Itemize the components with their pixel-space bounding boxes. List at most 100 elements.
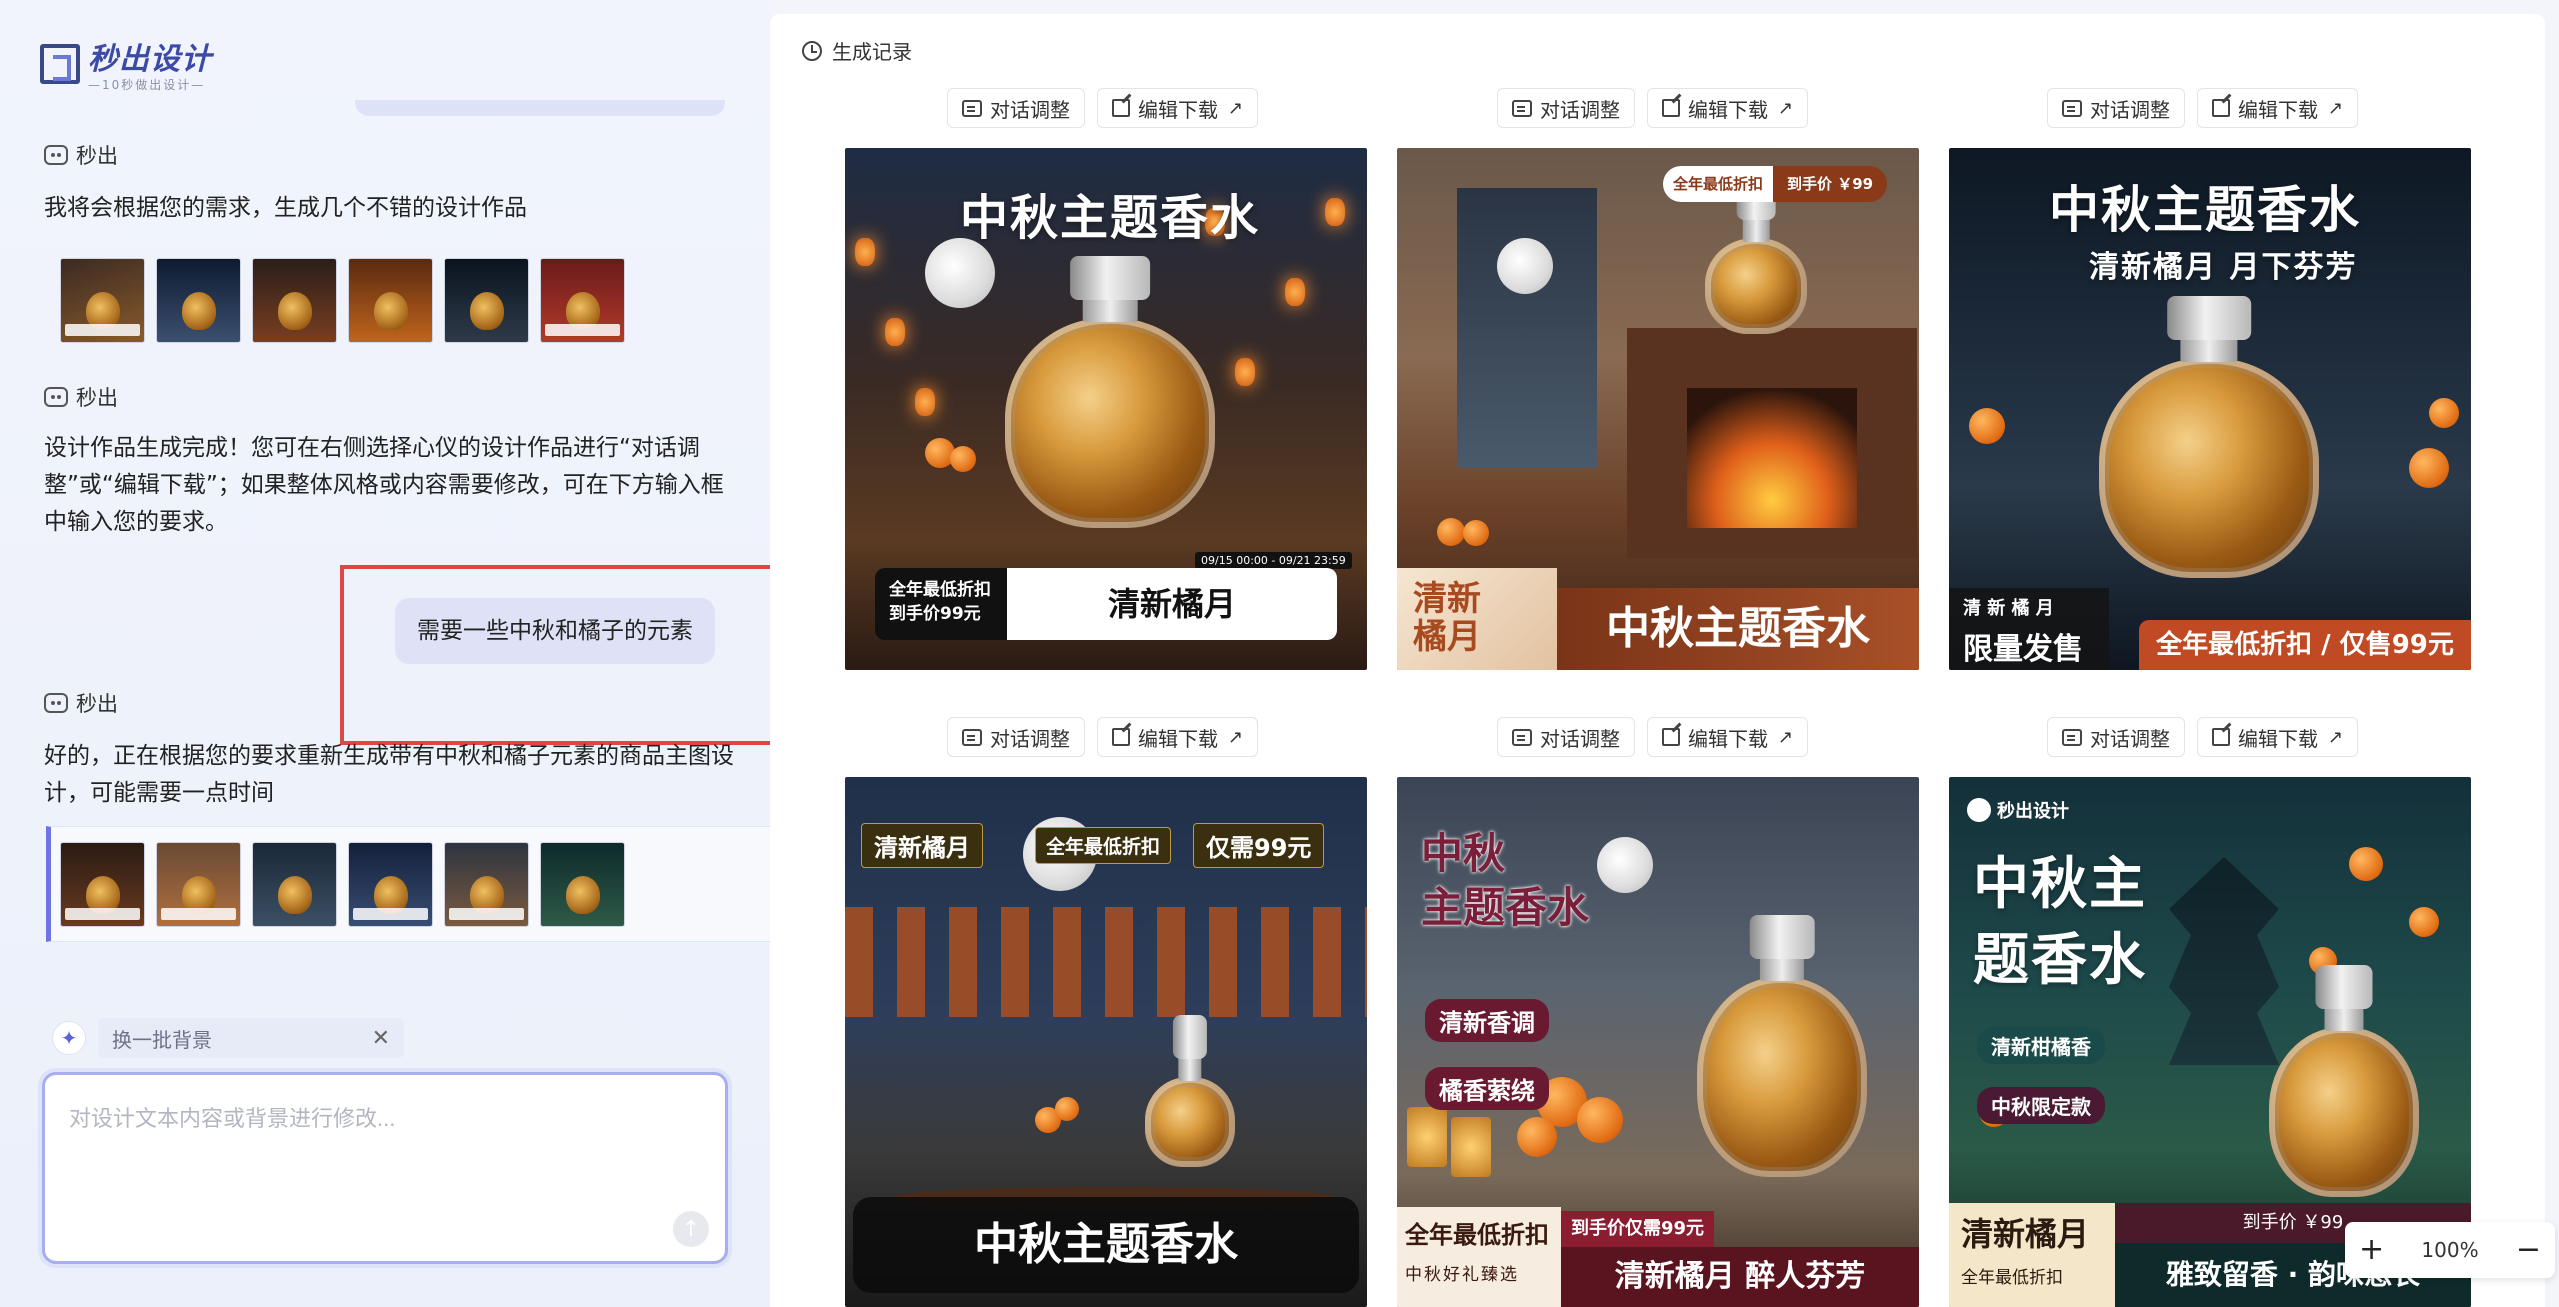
poster-date: 09/15 00:00 - 09/21 23:59 [1195,552,1352,569]
thumbnail[interactable] [348,842,433,927]
logo-name: 秒出设计 [88,42,212,77]
chat-panel: 秒出设计 —10秒做出设计— 秒出 我将会根据您的需求，生成几个不错的设计作品 … [0,0,792,1307]
button-label: 编辑下载 [2238,726,2318,751]
clock-icon [802,40,822,61]
chat-adjust-button[interactable]: 对话调整 [1497,88,1635,128]
poster-card[interactable]: 清新橘月 全年最低折扣 仅需99元 中秋主题香水 [845,777,1367,1307]
poster-corner: 清新橘月 [1961,1215,2090,1253]
card-actions: 对话调整 编辑下载 ↗ [2047,717,2359,757]
bot-name: 秒出 [76,386,118,410]
button-label: 对话调整 [2090,726,2170,751]
previous-message-tail [355,100,725,116]
external-link-icon: ↗ [1778,97,1794,119]
button-label: 编辑下载 [1138,97,1218,122]
change-background-chip[interactable]: 换一批背景 ✕ [98,1018,404,1058]
thumbnail[interactable] [252,258,337,343]
thumbnail[interactable] [444,258,529,343]
card-actions: 对话调整 编辑下载 ↗ [947,717,1259,757]
button-label: 对话调整 [990,97,1070,122]
card-actions: 对话调整 编辑下载 ↗ [2047,88,2359,128]
bot-header: 秒出 [44,140,118,170]
poster-title: 中秋主题香水 [2049,181,2361,239]
edit-icon [1662,728,1680,746]
thumbnail[interactable] [60,258,145,343]
bot-header: 秒出 [44,688,118,718]
poster-card[interactable]: 中秋 主题香水 清新香调 橘香萦绕 全年最低折扣 中秋好礼臻选 到手价仅需99元… [1397,777,1919,1307]
chat-adjust-button[interactable]: 对话调整 [947,717,1085,757]
poster-subtitle: 清新橘月 月下芬芳 [2089,250,2358,285]
chat-adjust-button[interactable]: 对话调整 [2047,88,2185,128]
chat-adjust-icon [962,99,982,117]
thumbnail[interactable] [252,842,337,927]
bot-name: 秒出 [76,144,118,168]
app-logo[interactable]: 秒出设计 —10秒做出设计— [40,34,212,93]
thumbnail[interactable] [444,842,529,927]
button-label: 编辑下载 [1138,726,1218,751]
external-link-icon: ↗ [1228,726,1244,748]
poster-tag: 清新香调 [1425,999,1549,1042]
chat-adjust-button[interactable]: 对话调整 [2047,717,2185,757]
result-thumbnails [60,258,625,343]
chat-adjust-icon [1512,99,1532,117]
poster-tag: 橘香萦绕 [1425,1067,1549,1110]
brand-logo-icon [1967,798,1991,822]
zoom-out-button[interactable]: − [2516,1235,2541,1265]
thumbnail[interactable] [348,258,433,343]
edit-download-button[interactable]: 编辑下载 ↗ [2197,88,2359,128]
bot-message: 好的，正在根据您的要求重新生成带有中秋和橘子元素的商品主图设计，可能需要一点时间 [44,743,734,806]
prompt-input-box: ↑ [42,1072,728,1264]
chat-adjust-button[interactable]: 对话调整 [947,88,1085,128]
poster-card[interactable]: 全年最低折扣 到手价 ￥99 清新 橘月 中秋主题香水 [1397,148,1919,670]
bot-name: 秒出 [76,692,118,716]
edit-download-button[interactable]: 编辑下载 ↗ [1647,717,1809,757]
button-label: 对话调整 [990,726,1070,751]
close-icon[interactable]: ✕ [372,1026,390,1051]
poster-tag: 清新柑橘香 [1977,1027,2105,1064]
zoom-level: 100% [2421,1238,2479,1262]
logo-subtitle: —10秒做出设计— [88,78,206,92]
sparkle-icon[interactable]: ✦ [52,1021,86,1055]
edit-icon [1112,728,1130,746]
send-button[interactable]: ↑ [673,1211,709,1247]
poster-promo: 全年最低折扣 [1405,1221,1549,1249]
poster-title: 中秋主 题香水 [1973,852,2147,993]
edit-download-button[interactable]: 编辑下载 ↗ [2197,717,2359,757]
thumbnail[interactable] [540,842,625,927]
robot-icon [44,387,68,407]
poster-card[interactable]: 中秋主题香水 清新橘月 月下芬芳 清 新 橘 月 限量发售 全年最低折扣 / 仅… [1949,148,2471,670]
robot-icon [44,145,68,165]
button-label: 编辑下载 [2238,97,2318,122]
button-label: 编辑下载 [1688,726,1768,751]
result-thumbnails [60,842,625,927]
poster-tag: 清新橘月 [861,823,983,868]
thumbnail[interactable] [540,258,625,343]
edit-download-button[interactable]: 编辑下载 ↗ [1097,88,1259,128]
poster-tag: 仅需99元 [1193,823,1325,868]
edit-download-button[interactable]: 编辑下载 ↗ [1097,717,1259,757]
card-actions: 对话调整 编辑下载 ↗ [1497,88,1809,128]
prompt-input[interactable] [45,1075,725,1261]
edit-download-button[interactable]: 编辑下载 ↗ [1647,88,1809,128]
poster-badge: 全年最低折扣 到手价99元 [875,568,1007,640]
gallery-title: 生成记录 [832,40,912,64]
poster-tag: 全年最低折扣 [1035,827,1172,864]
chat-adjust-icon [2062,728,2082,746]
thumbnail[interactable] [156,842,241,927]
suggestion-row: ✦ 换一批背景 ✕ [52,1018,404,1058]
external-link-icon: ↗ [2328,97,2344,119]
poster-corner: 清新 橘月 [1397,568,1557,670]
edit-icon [1662,99,1680,117]
thumbnail[interactable] [156,258,241,343]
external-link-icon: ↗ [2328,726,2344,748]
bot-message: 我将会根据您的需求，生成几个不错的设计作品 [44,195,527,221]
zoom-in-button[interactable]: + [2359,1235,2384,1265]
button-label: 编辑下载 [1688,97,1768,122]
chat-adjust-button[interactable]: 对话调整 [1497,717,1635,757]
edit-icon [2212,99,2230,117]
card-actions: 对话调整 编辑下载 ↗ [1497,717,1809,757]
thumbnail[interactable] [60,842,145,927]
logo-mark-icon [40,43,80,84]
poster-card[interactable]: 中秋主题香水 09/15 00:00 - 09/21 23:59 全年最低折扣 … [845,148,1367,670]
button-label: 对话调整 [1540,726,1620,751]
robot-icon [44,693,68,713]
